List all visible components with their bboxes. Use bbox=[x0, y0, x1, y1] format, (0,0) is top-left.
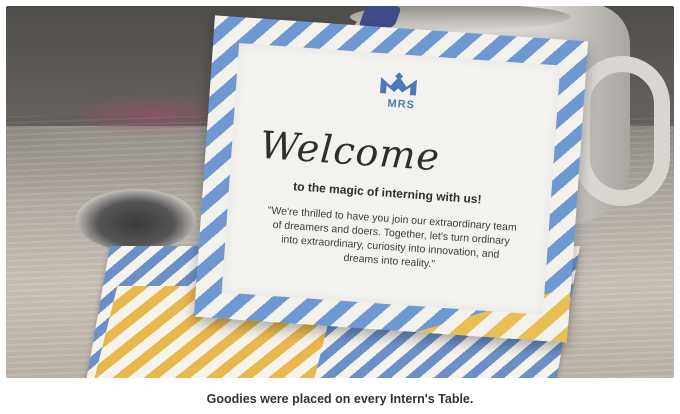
card-inner-panel: MRS Welcome to the magic of interning wi… bbox=[221, 43, 561, 315]
mug-handle bbox=[574, 56, 670, 206]
photo: MRS Welcome to the magic of interning wi… bbox=[6, 6, 674, 378]
welcome-card: MRS Welcome to the magic of interning wi… bbox=[193, 15, 589, 343]
logo-text: MRS bbox=[387, 97, 416, 112]
welcome-tagline: to the magic of interning with us! bbox=[292, 179, 482, 207]
welcome-heading: Welcome bbox=[258, 122, 442, 180]
mrs-logo-icon bbox=[379, 72, 417, 96]
desk-grommet bbox=[76, 189, 196, 251]
photo-caption: Goodies were placed on every Intern's Ta… bbox=[206, 392, 474, 406]
welcome-quote: "We're thrilled to have you join our ext… bbox=[267, 204, 518, 271]
